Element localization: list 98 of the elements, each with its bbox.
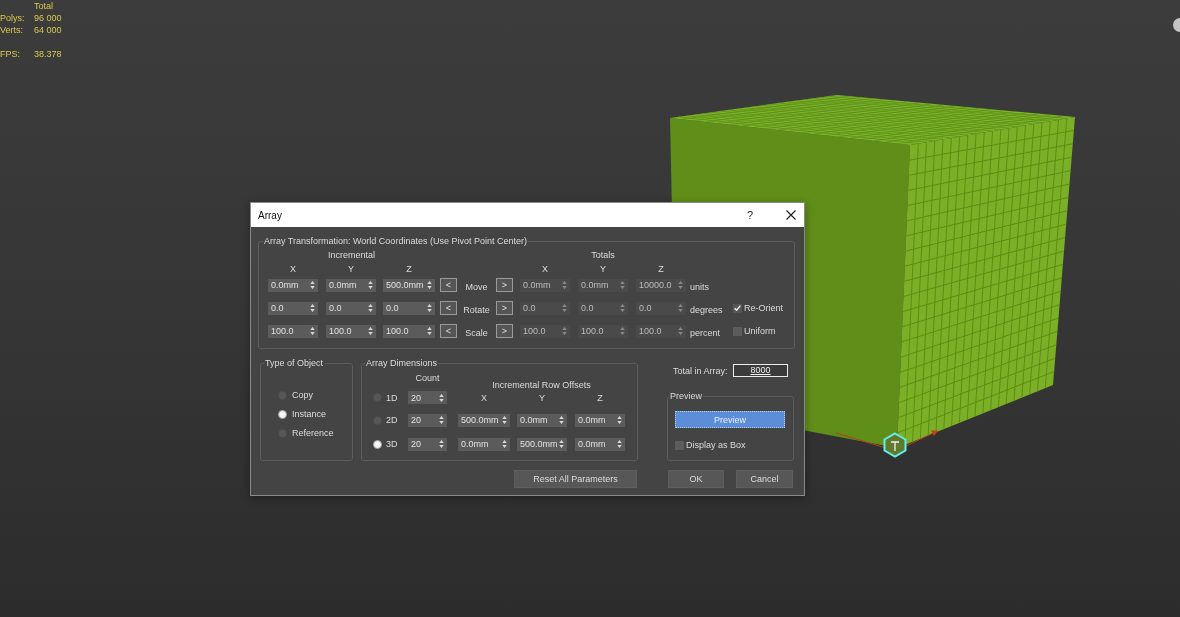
radio-button[interactable] bbox=[372, 439, 382, 449]
radio-label: 3D bbox=[386, 439, 399, 449]
operation-label: Move bbox=[464, 280, 489, 292]
preview-button[interactable]: Preview bbox=[675, 411, 785, 428]
axis-header: Y bbox=[347, 263, 355, 274]
spinner-arrows-icon[interactable] bbox=[439, 440, 444, 448]
help-button[interactable]: ? bbox=[740, 205, 760, 225]
close-icon bbox=[786, 210, 796, 220]
axis-header: Y bbox=[538, 392, 546, 403]
reset-button[interactable]: Reset All Parameters bbox=[514, 470, 637, 488]
cancel-button[interactable]: Cancel bbox=[736, 470, 793, 488]
spinner-field[interactable]: 0.0mm bbox=[326, 278, 376, 292]
checkbox[interactable] bbox=[733, 303, 742, 313]
spinner-field[interactable]: 500.0mm bbox=[517, 437, 567, 451]
spinner-arrows-icon[interactable] bbox=[617, 416, 622, 424]
spinner-field[interactable]: 0.0 bbox=[383, 301, 435, 315]
right-arrow-button[interactable]: > bbox=[496, 324, 513, 338]
spinner-arrows-icon[interactable] bbox=[310, 304, 315, 312]
close-button[interactable] bbox=[784, 208, 798, 222]
axis-header: X bbox=[480, 392, 488, 403]
column-header: Incremental Row Offsets bbox=[491, 380, 592, 390]
stat-label: Verts: bbox=[0, 24, 23, 36]
spinner-field[interactable]: 100.0 bbox=[268, 324, 318, 338]
spinner-arrows-icon[interactable] bbox=[310, 327, 315, 335]
axis-header: X bbox=[541, 263, 549, 274]
fps-value: 38.378 bbox=[34, 48, 62, 60]
spinner-arrows-icon[interactable] bbox=[368, 281, 373, 289]
spinner-arrows-icon[interactable] bbox=[439, 416, 444, 424]
spinner-field[interactable]: 0.0mm bbox=[575, 437, 625, 451]
checkbox[interactable] bbox=[675, 440, 684, 450]
unit-label: units bbox=[690, 280, 710, 292]
group-title: Array Dimensions bbox=[365, 357, 439, 370]
column-header: Count bbox=[414, 373, 441, 383]
spinner-field[interactable]: 20 bbox=[408, 391, 447, 404]
axis-header: Z bbox=[657, 263, 665, 274]
spinner-arrows-icon[interactable] bbox=[502, 416, 507, 424]
spinner-field[interactable]: 0.0mm bbox=[517, 413, 567, 427]
group-title: Type of Object bbox=[264, 357, 325, 370]
group-title: Preview bbox=[669, 390, 703, 403]
total-label: Total in Array: bbox=[673, 365, 728, 376]
radio-label: Copy bbox=[292, 390, 313, 400]
checkbox-label: Re-Orient bbox=[744, 303, 783, 313]
spinner-field[interactable]: 100.0 bbox=[326, 324, 376, 338]
operation-label: Rotate bbox=[462, 303, 491, 315]
spinner-arrows-icon[interactable] bbox=[559, 416, 564, 424]
stat-label: Polys: bbox=[0, 12, 25, 24]
spinner-field[interactable]: 0.0mm bbox=[268, 278, 318, 292]
spinner-arrows-icon[interactable] bbox=[368, 304, 373, 312]
checkbox-label: Uniform bbox=[744, 326, 776, 336]
checkbox[interactable] bbox=[733, 326, 742, 336]
total-field[interactable]: 8000 bbox=[733, 364, 788, 377]
column-header: Incremental bbox=[327, 250, 376, 260]
spinner-arrows-icon[interactable] bbox=[427, 304, 432, 312]
dialog-title: Array bbox=[258, 209, 282, 221]
axis-header: Y bbox=[599, 263, 607, 274]
hexagon-icon[interactable] bbox=[882, 432, 908, 458]
ok-button[interactable]: OK bbox=[668, 470, 724, 488]
spinner-arrows-icon[interactable] bbox=[368, 327, 373, 335]
stat-value: 64 000 bbox=[34, 24, 62, 36]
spinner-field[interactable]: 100.0 bbox=[383, 324, 435, 338]
spinner-arrows-icon[interactable] bbox=[427, 327, 432, 335]
spinner-field[interactable]: 0.0 bbox=[268, 301, 318, 315]
spinner-arrows-icon[interactable] bbox=[502, 440, 507, 448]
spinner-arrows-icon[interactable] bbox=[559, 440, 564, 448]
spinner-field[interactable]: 500.0mm bbox=[458, 413, 510, 427]
axis-header: Z bbox=[405, 263, 413, 274]
spinner-field[interactable]: 20 bbox=[408, 437, 447, 451]
left-arrow-button[interactable]: < bbox=[440, 278, 457, 292]
left-arrow-button[interactable]: < bbox=[440, 301, 457, 315]
spinner-field[interactable]: 20 bbox=[408, 413, 447, 427]
spinner-arrows-icon[interactable] bbox=[427, 281, 432, 289]
spinner-field[interactable]: 500.0mm bbox=[383, 278, 435, 292]
right-arrow-button[interactable]: > bbox=[496, 301, 513, 315]
spinner-arrows-icon[interactable] bbox=[310, 281, 315, 289]
unit-label: degrees bbox=[690, 303, 724, 315]
column-header: Totals bbox=[590, 250, 616, 260]
group-title: Array Transformation: World Coordinates (Use Pivot Point Center) bbox=[263, 235, 528, 248]
stats-header: Total bbox=[34, 0, 53, 12]
fps-label: FPS: bbox=[0, 48, 20, 60]
checkbox-label: Display as Box bbox=[686, 440, 746, 450]
operation-label: Scale bbox=[464, 326, 489, 338]
radio-label: Reference bbox=[292, 428, 334, 438]
spinner-field[interactable]: 0.0 bbox=[326, 301, 376, 315]
radio-button[interactable] bbox=[278, 409, 287, 419]
spinner-field[interactable]: 0.0mm bbox=[458, 437, 510, 451]
checkmark-icon bbox=[734, 305, 741, 311]
stat-value: 96 000 bbox=[34, 12, 62, 24]
spinner-field[interactable]: 0.0mm bbox=[575, 413, 625, 427]
radio-label: Instance bbox=[292, 409, 327, 419]
spinner-arrows-icon[interactable] bbox=[617, 440, 622, 448]
left-arrow-button[interactable]: < bbox=[440, 324, 457, 338]
radio-label: 2D bbox=[386, 415, 399, 425]
spinner-arrows-icon[interactable] bbox=[439, 393, 444, 402]
radio-label: 1D bbox=[386, 392, 399, 403]
unit-label: percent bbox=[690, 326, 722, 338]
axis-header: Z bbox=[596, 392, 604, 403]
axis-header: X bbox=[289, 263, 297, 274]
right-arrow-button[interactable]: > bbox=[496, 278, 513, 292]
